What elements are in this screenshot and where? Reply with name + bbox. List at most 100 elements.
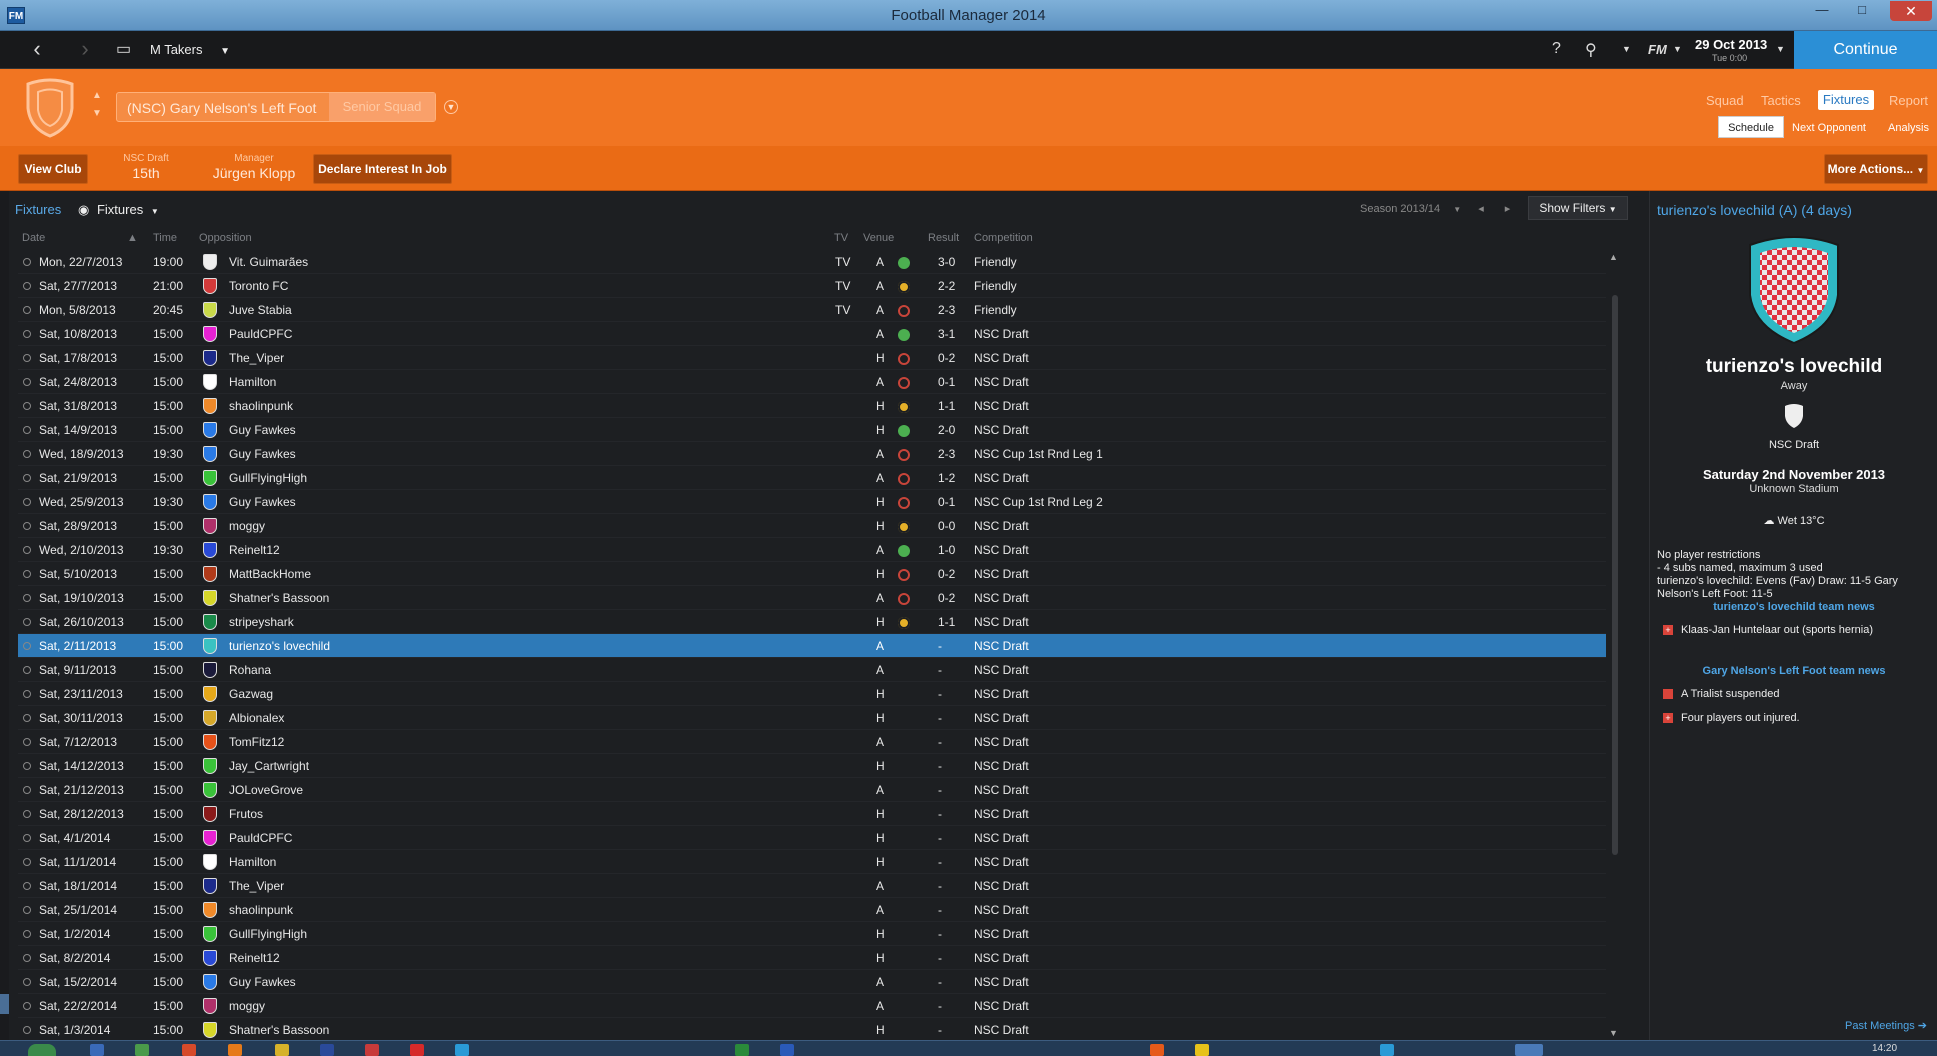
prev-season-icon[interactable]: ◂ — [1478, 203, 1484, 215]
table-row[interactable]: Sat, 26/10/2013 15:00 stripeyshark H 1-1 NSC … — [18, 610, 1606, 634]
competition[interactable]: NSC Draft — [974, 999, 1029, 1013]
col-competition[interactable]: Competition — [974, 232, 1033, 244]
taskbar-app-icon[interactable] — [228, 1044, 242, 1056]
opposition-name[interactable]: Toronto FC — [229, 279, 288, 293]
opposition-name[interactable]: Reinelt12 — [229, 543, 280, 557]
news-item[interactable]: A Trialist suspended — [1663, 688, 1779, 700]
taskbar-fm-icon[interactable] — [1515, 1044, 1543, 1056]
table-row[interactable]: Sat, 28/9/2013 15:00 moggy H 0-0 NSC Draft — [18, 514, 1606, 538]
taskbar-app-icon[interactable] — [455, 1044, 469, 1056]
opposition-name[interactable]: turienzo's lovechild — [229, 639, 330, 653]
competition[interactable]: NSC Draft — [974, 975, 1029, 989]
club-selector[interactable]: (NSC) Gary Nelson's Left Foot Senior Squ… — [116, 92, 436, 122]
opposition-name[interactable]: MattBackHome — [229, 567, 311, 581]
chevron-down-icon[interactable]: ▼ — [444, 100, 458, 114]
taskbar-app-icon[interactable] — [320, 1044, 334, 1056]
tab-report[interactable]: Report — [1889, 93, 1928, 108]
taskbar-app-icon[interactable] — [182, 1044, 196, 1056]
tab-squad[interactable]: Squad — [1706, 93, 1744, 108]
help-icon[interactable]: ? — [1552, 40, 1561, 58]
chevron-up-icon[interactable]: ▲ — [92, 87, 102, 105]
season-selector[interactable]: Season 2013/14 ▼ ◂ ▸ — [1360, 202, 1510, 215]
game-date[interactable]: 29 Oct 2013 — [1695, 37, 1767, 52]
tab-fixtures[interactable]: Fixtures — [1818, 90, 1874, 110]
table-row[interactable]: Sat, 27/7/2013 21:00 Toronto FC TV A 2-2 Frien… — [18, 274, 1606, 298]
table-row[interactable]: Sat, 10/8/2013 15:00 PauldCPFC A 3-1 NSC Draf… — [18, 322, 1606, 346]
competition[interactable]: NSC Draft — [974, 327, 1029, 341]
competition[interactable]: NSC Draft — [974, 759, 1029, 773]
view-selector[interactable]: ◉ Fixtures ▼ — [78, 202, 159, 218]
col-venue[interactable]: Venue — [863, 232, 894, 244]
taskbar-app-icon[interactable] — [365, 1044, 379, 1056]
competition[interactable]: NSC Draft — [974, 927, 1029, 941]
table-row[interactable]: Sat, 7/12/2013 15:00 TomFitz12 A - NSC Draft — [18, 730, 1606, 754]
table-row[interactable]: Sat, 4/1/2014 15:00 PauldCPFC H - NSC Draft — [18, 826, 1606, 850]
competition[interactable]: NSC Draft — [974, 951, 1029, 965]
competition[interactable]: NSC Draft — [974, 351, 1029, 365]
competition[interactable]: NSC Draft — [974, 423, 1029, 437]
tab-tactics[interactable]: Tactics — [1761, 93, 1801, 108]
opposition-name[interactable]: Albionalex — [229, 711, 284, 725]
table-row[interactable]: Sat, 17/8/2013 15:00 The_Viper H 0-2 NSC Draf… — [18, 346, 1606, 370]
competition[interactable]: NSC Draft — [974, 663, 1029, 677]
opposition-name[interactable]: moggy — [229, 999, 265, 1013]
taskbar-app-icon[interactable] — [1380, 1044, 1394, 1056]
table-row[interactable]: Sat, 21/9/2013 15:00 GullFlyingHigh A 1-2 NSC… — [18, 466, 1606, 490]
opposition-name[interactable]: The_Viper — [229, 879, 284, 893]
taskbar-app-icon[interactable] — [780, 1044, 794, 1056]
squad-selector[interactable]: Senior Squad — [329, 93, 435, 121]
declare-interest-button[interactable]: Declare Interest In Job — [313, 154, 452, 184]
minimize-button[interactable]: — — [1807, 2, 1837, 17]
search-icon[interactable]: ⚲ — [1585, 40, 1597, 60]
opposition-name[interactable]: Shatner's Bassoon — [229, 1023, 329, 1037]
table-row[interactable]: Sat, 1/3/2014 15:00 Shatner's Bassoon H - NSC… — [18, 1018, 1606, 1042]
taskbar-app-icon[interactable] — [1195, 1044, 1209, 1056]
forward-icon[interactable]: › — [70, 37, 100, 63]
chevron-down-icon[interactable]: ▼ — [1673, 44, 1682, 54]
close-button[interactable]: ✕ — [1890, 1, 1932, 21]
col-opposition[interactable]: Opposition — [199, 232, 252, 244]
opposition-name[interactable]: The_Viper — [229, 351, 284, 365]
competition[interactable]: Friendly — [974, 255, 1017, 269]
opposition-name[interactable]: Rohana — [229, 663, 271, 677]
col-time[interactable]: Time — [153, 232, 177, 244]
manager-menu[interactable]: M Takers ▼ — [150, 42, 230, 57]
table-row[interactable]: Sat, 22/2/2014 15:00 moggy A - NSC Draft — [18, 994, 1606, 1018]
competition[interactable]: NSC Draft — [974, 735, 1029, 749]
col-tv[interactable]: TV — [834, 232, 848, 244]
taskbar-app-icon[interactable] — [1150, 1044, 1164, 1056]
own-news-title[interactable]: Gary Nelson's Left Foot team news — [1650, 665, 1937, 677]
opposition-name[interactable]: Vit. Guimarães — [229, 255, 308, 269]
competition[interactable]: NSC Draft — [974, 831, 1029, 845]
opposition-name[interactable]: Hamilton — [229, 855, 276, 869]
table-row[interactable]: Sat, 8/2/2014 15:00 Reinelt12 H - NSC Draft — [18, 946, 1606, 970]
next-season-icon[interactable]: ▸ — [1505, 203, 1511, 215]
table-row[interactable]: Sat, 24/8/2013 15:00 Hamilton A 0-1 NSC Draft — [18, 370, 1606, 394]
taskbar-app-icon[interactable] — [275, 1044, 289, 1056]
col-date[interactable]: Date — [22, 232, 45, 244]
competition[interactable]: NSC Draft — [974, 903, 1029, 917]
back-icon[interactable]: ‹ — [22, 37, 52, 63]
competition[interactable]: NSC Cup 1st Rnd Leg 1 — [974, 447, 1103, 461]
start-icon[interactable] — [28, 1044, 56, 1056]
taskbar-app-icon[interactable] — [735, 1044, 749, 1056]
table-row[interactable]: Wed, 25/9/2013 19:30 Guy Fawkes H 0-1 NSC Cup… — [18, 490, 1606, 514]
table-row[interactable]: Sat, 9/11/2013 15:00 Rohana A - NSC Draft — [18, 658, 1606, 682]
table-row[interactable]: Sat, 14/12/2013 15:00 Jay_Cartwright H - NSC … — [18, 754, 1606, 778]
opposition-name[interactable]: Shatner's Bassoon — [229, 591, 329, 605]
opposition-name[interactable]: Guy Fawkes — [229, 447, 296, 461]
competition[interactable]: Friendly — [974, 303, 1017, 317]
continue-button[interactable]: Continue — [1794, 31, 1937, 69]
past-meetings-link[interactable]: Past Meetings ➔ — [1845, 1019, 1927, 1032]
fm-menu-icon[interactable]: FM — [1648, 42, 1667, 57]
competition[interactable]: NSC Draft — [974, 471, 1029, 485]
club-switch-arrows[interactable]: ▲ ▼ — [92, 87, 102, 123]
opposition-name[interactable]: Juve Stabia — [229, 303, 292, 317]
opposition-name[interactable]: Guy Fawkes — [229, 975, 296, 989]
table-row[interactable]: Sat, 25/1/2014 15:00 shaolinpunk A - NSC Draf… — [18, 898, 1606, 922]
view-club-button[interactable]: View Club — [18, 154, 88, 184]
inbox-icon[interactable]: ▭ — [116, 39, 131, 59]
opposition-name[interactable]: Frutos — [229, 807, 263, 821]
table-row[interactable]: Sat, 15/2/2014 15:00 Guy Fawkes A - NSC Draft — [18, 970, 1606, 994]
competition[interactable]: NSC Draft — [974, 591, 1029, 605]
